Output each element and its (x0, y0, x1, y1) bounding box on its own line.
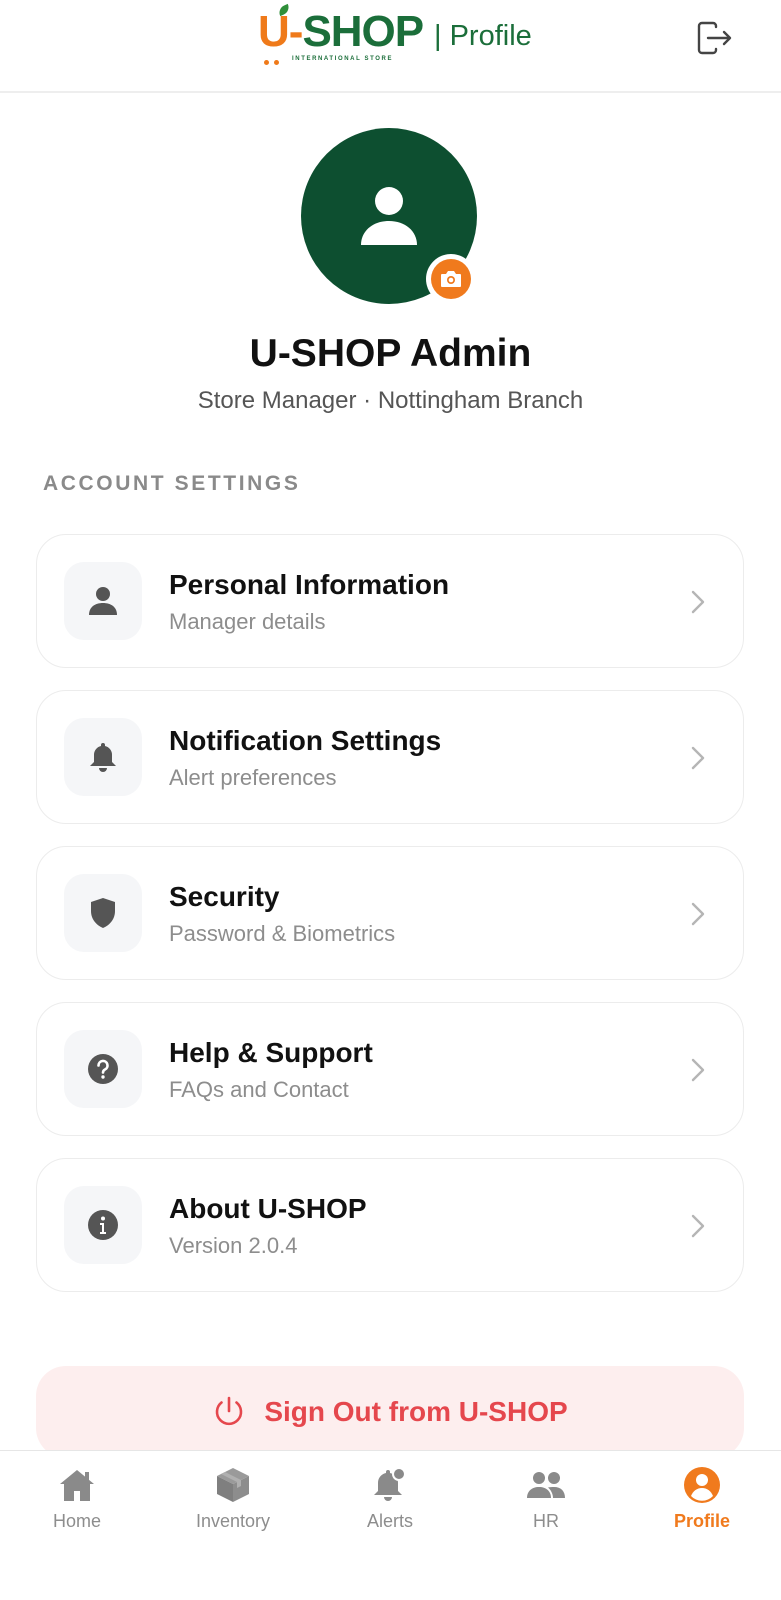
nav-label: Profile (673, 1511, 730, 1531)
user-name: U-SHOP Admin (249, 332, 532, 375)
bottom-navigation: Home Inventory Alerts HR Profile (0, 1450, 781, 1600)
settings-icon-box (64, 874, 142, 952)
help-icon (88, 1054, 118, 1084)
settings-item-title: Notification Settings (169, 725, 442, 756)
settings-item-subtitle: Password & Biometrics (169, 921, 396, 946)
info-icon (88, 1210, 118, 1240)
logo-dash: - (288, 7, 304, 56)
section-title-account-settings: ACCOUNT SETTINGS (43, 472, 301, 495)
settings-item-about[interactable]: About U-SHOP Version 2.0.4 (36, 1158, 744, 1292)
bell-alert-icon (374, 1467, 406, 1501)
settings-item-subtitle: Version 2.0.4 (169, 1233, 298, 1258)
logout-button[interactable] (694, 18, 734, 58)
chevron-right-icon (687, 899, 709, 929)
settings-item-title: Security (169, 881, 280, 912)
ushop-logo: U - SHOP INTERNATIONAL STORE (258, 3, 424, 66)
nav-item-profile[interactable]: Profile (642, 1465, 762, 1545)
settings-item-notification-settings[interactable]: Notification Settings Alert preferences (36, 690, 744, 824)
settings-icon-box (64, 718, 142, 796)
settings-item-security[interactable]: Security Password & Biometrics (36, 846, 744, 980)
bell-icon (90, 743, 116, 772)
logo-cart-wheels-icon (262, 60, 280, 66)
shield-icon (91, 898, 115, 928)
settings-icon-box (64, 1030, 142, 1108)
logo-shop-text: SHOP (302, 7, 424, 56)
user-role: Store Manager · Nottingham Branch (197, 387, 584, 414)
logout-icon (697, 21, 732, 55)
nav-item-hr[interactable]: HR (486, 1465, 606, 1545)
nav-item-home[interactable]: Home (17, 1465, 137, 1545)
people-icon (527, 1472, 565, 1498)
person-icon (89, 587, 117, 615)
settings-item-title: Personal Information (169, 569, 450, 600)
chevron-right-icon (687, 1211, 709, 1241)
sign-out-label: Sign Out from U-SHOP (264, 1396, 568, 1427)
nav-label: Inventory (195, 1511, 271, 1531)
settings-item-title: Help & Support (169, 1037, 373, 1068)
nav-label: Home (52, 1511, 101, 1531)
chevron-right-icon (687, 1055, 709, 1085)
nav-label: HR (533, 1511, 559, 1531)
app-header: U - SHOP INTERNATIONAL STORE | Profile (0, 0, 781, 93)
settings-item-subtitle: Manager details (169, 609, 326, 634)
user-icon (361, 187, 417, 245)
camera-icon (441, 271, 461, 287)
settings-icon-box (64, 562, 142, 640)
power-icon (216, 1396, 243, 1426)
change-photo-button[interactable] (426, 254, 476, 304)
settings-item-title: About U-SHOP (169, 1193, 367, 1224)
settings-item-subtitle: Alert preferences (169, 765, 337, 790)
box-icon (217, 1468, 249, 1502)
home-icon (60, 1470, 94, 1501)
page-title: | Profile (434, 20, 532, 52)
settings-icon-box (64, 1186, 142, 1264)
chevron-right-icon (687, 587, 709, 617)
chevron-right-icon (687, 743, 709, 773)
sign-out-button[interactable]: Sign Out from U-SHOP (36, 1366, 744, 1458)
logo-tagline: INTERNATIONAL STORE (292, 56, 394, 62)
nav-item-inventory[interactable]: Inventory (173, 1465, 293, 1545)
settings-item-personal-information[interactable]: Personal Information Manager details (36, 534, 744, 668)
logo-letter-u: U (258, 3, 292, 54)
nav-item-alerts[interactable]: Alerts (330, 1465, 450, 1545)
profile-icon (684, 1467, 720, 1503)
settings-item-subtitle: FAQs and Contact (169, 1077, 349, 1102)
profile-screen: U - SHOP INTERNATIONAL STORE | Profile U… (0, 0, 781, 1600)
settings-item-help-support[interactable]: Help & Support FAQs and Contact (36, 1002, 744, 1136)
nav-label: Alerts (366, 1511, 413, 1531)
